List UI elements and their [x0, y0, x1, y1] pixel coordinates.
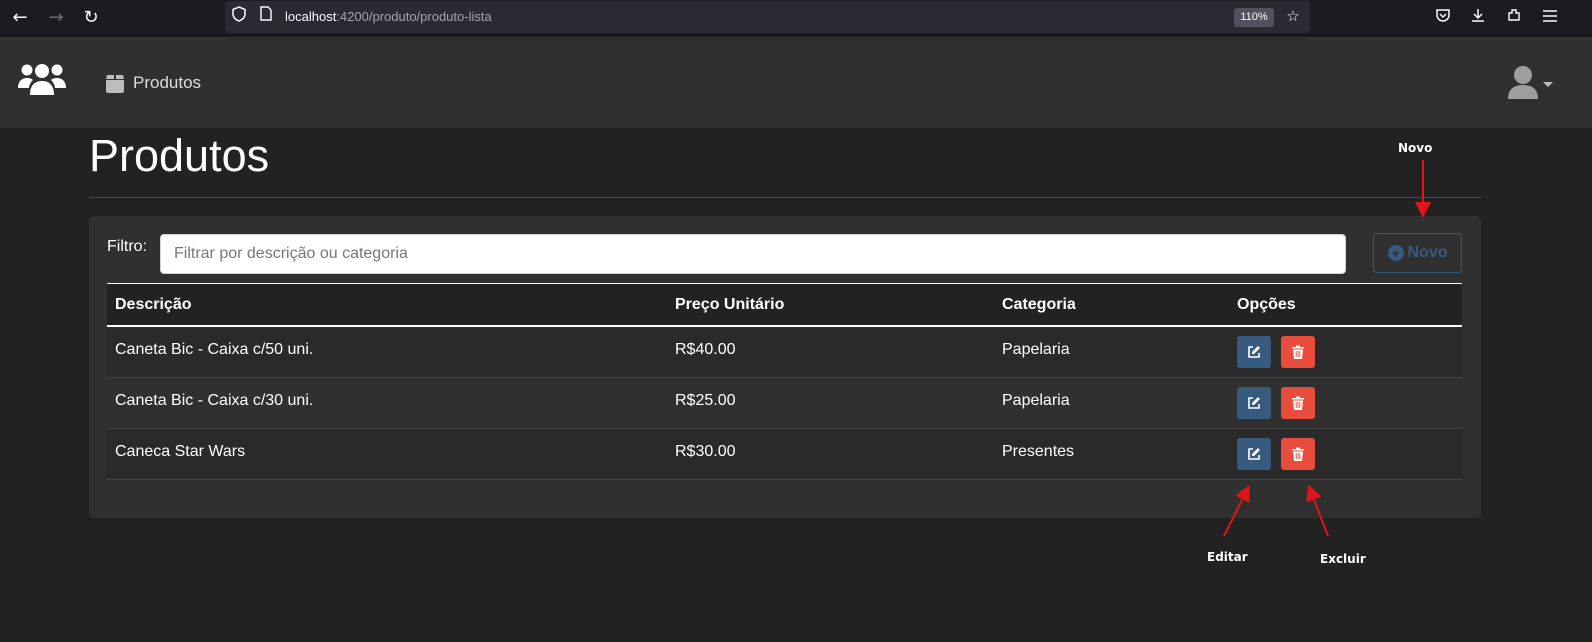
download-icon[interactable] — [1468, 7, 1488, 27]
header-preco[interactable]: Preço Unitário — [675, 296, 784, 314]
header-categoria[interactable]: Categoria — [1002, 296, 1076, 314]
cell-descricao: Caneta Bic - Caixa c/30 uni. — [115, 392, 314, 409]
page-title: Produtos — [89, 130, 270, 181]
table-row: Caneca Star Wars R$30.00 Presentes — [107, 429, 1462, 480]
cell-categoria: Presentes — [1002, 443, 1075, 460]
trash-icon — [1292, 447, 1304, 461]
extensions-icon[interactable] — [1504, 7, 1524, 27]
user-avatar-icon — [1508, 66, 1538, 99]
title-divider — [89, 197, 1481, 198]
cell-categoria: Papelaria — [1002, 341, 1070, 358]
nav-link-produtos[interactable]: Produtos — [105, 73, 201, 93]
browser-toolbar: ← → ↻ localhost:4200/produto/produto-lis… — [0, 0, 1592, 36]
edit-button[interactable] — [1237, 438, 1271, 470]
delete-button[interactable] — [1281, 336, 1315, 368]
header-descricao[interactable]: Descrição — [115, 296, 192, 314]
box-icon — [106, 74, 124, 93]
plus-circle-icon: + — [1387, 245, 1404, 261]
edit-icon — [1248, 448, 1260, 460]
table-row: Caneta Bic - Caixa c/30 uni. R$25.00 Pap… — [107, 378, 1462, 429]
url-bar[interactable]: localhost:4200/produto/produto-lista 110… — [225, 1, 1310, 33]
app-navbar: Produtos — [0, 37, 1592, 128]
delete-button[interactable] — [1281, 387, 1315, 419]
table-header: Descrição Preço Unitário Categoria Opçõe… — [107, 283, 1462, 327]
edit-icon — [1248, 346, 1260, 358]
cell-preco: R$25.00 — [675, 392, 736, 409]
novo-button[interactable]: + Novo — [1373, 233, 1462, 273]
zoom-level[interactable]: 110% — [1234, 8, 1274, 27]
menu-icon[interactable] — [1540, 7, 1560, 27]
filter-input[interactable] — [160, 234, 1346, 274]
annotation-novo: Novo — [1398, 141, 1433, 155]
back-icon[interactable]: ← — [9, 7, 31, 29]
url-text[interactable]: localhost:4200/produto/produto-lista — [285, 9, 492, 24]
reload-icon[interactable]: ↻ — [80, 7, 102, 29]
nav-link-label: Produtos — [133, 73, 202, 92]
cell-preco: R$40.00 — [675, 341, 736, 358]
products-table: Descrição Preço Unitário Categoria Opçõe… — [107, 283, 1462, 480]
novo-button-label: Novo — [1407, 244, 1448, 261]
header-opcoes: Opções — [1237, 296, 1296, 313]
edit-icon — [1248, 397, 1260, 409]
edit-button[interactable] — [1237, 336, 1271, 368]
cell-preco: R$30.00 — [675, 443, 736, 460]
page-icon[interactable] — [256, 6, 276, 26]
url-path: :4200/produto/produto-lista — [336, 9, 492, 24]
delete-button[interactable] — [1281, 438, 1315, 470]
forward-icon[interactable]: → — [45, 7, 67, 29]
table-row: Caneta Bic - Caixa c/50 uni. R$40.00 Pap… — [107, 327, 1462, 378]
bookmark-star-icon[interactable]: ☆ — [1283, 6, 1303, 26]
cell-categoria: Papelaria — [1002, 392, 1070, 409]
shield-icon[interactable] — [229, 6, 249, 26]
annotation-excluir: Excluir — [1320, 552, 1366, 566]
url-host: localhost — [285, 9, 337, 24]
annotation-editar: Editar — [1207, 550, 1248, 564]
product-card: Filtro: + Novo Descrição Preço Unitário … — [89, 216, 1481, 518]
filter-label: Filtro: — [107, 238, 147, 255]
trash-icon — [1292, 345, 1304, 359]
cell-descricao: Caneta Bic - Caixa c/50 uni. — [115, 341, 314, 358]
user-menu-dropdown[interactable] — [1507, 64, 1555, 100]
edit-button[interactable] — [1237, 387, 1271, 419]
chevron-down-icon — [1543, 81, 1553, 87]
users-logo-icon[interactable] — [18, 61, 66, 101]
pocket-icon[interactable] — [1433, 7, 1453, 27]
cell-descricao: Caneca Star Wars — [115, 443, 246, 460]
trash-icon — [1292, 396, 1304, 410]
